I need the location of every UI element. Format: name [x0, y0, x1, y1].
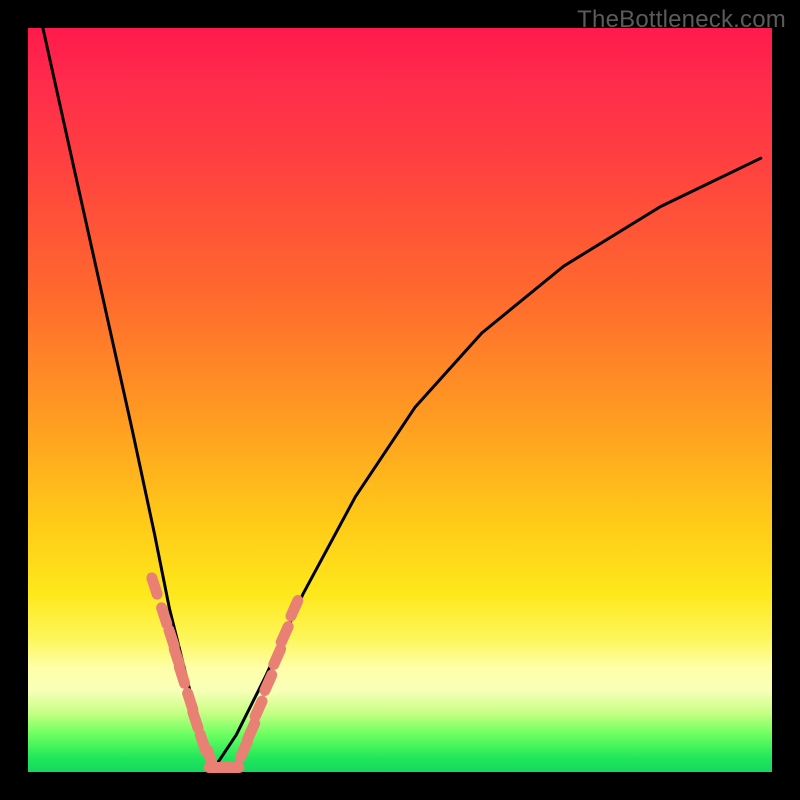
curve-layer: [43, 28, 761, 768]
marker-13: [248, 694, 269, 724]
marker-17: [284, 593, 305, 623]
curve-right-arm: [214, 158, 761, 768]
marker-4: [172, 660, 191, 690]
curves-svg: [28, 28, 772, 772]
plot-area: [28, 28, 772, 772]
marker-10: [216, 762, 244, 773]
marker-0: [145, 571, 164, 601]
marker-16: [274, 619, 295, 649]
chart-frame: TheBottleneck.com: [0, 0, 800, 800]
curve-left-arm: [43, 28, 214, 768]
